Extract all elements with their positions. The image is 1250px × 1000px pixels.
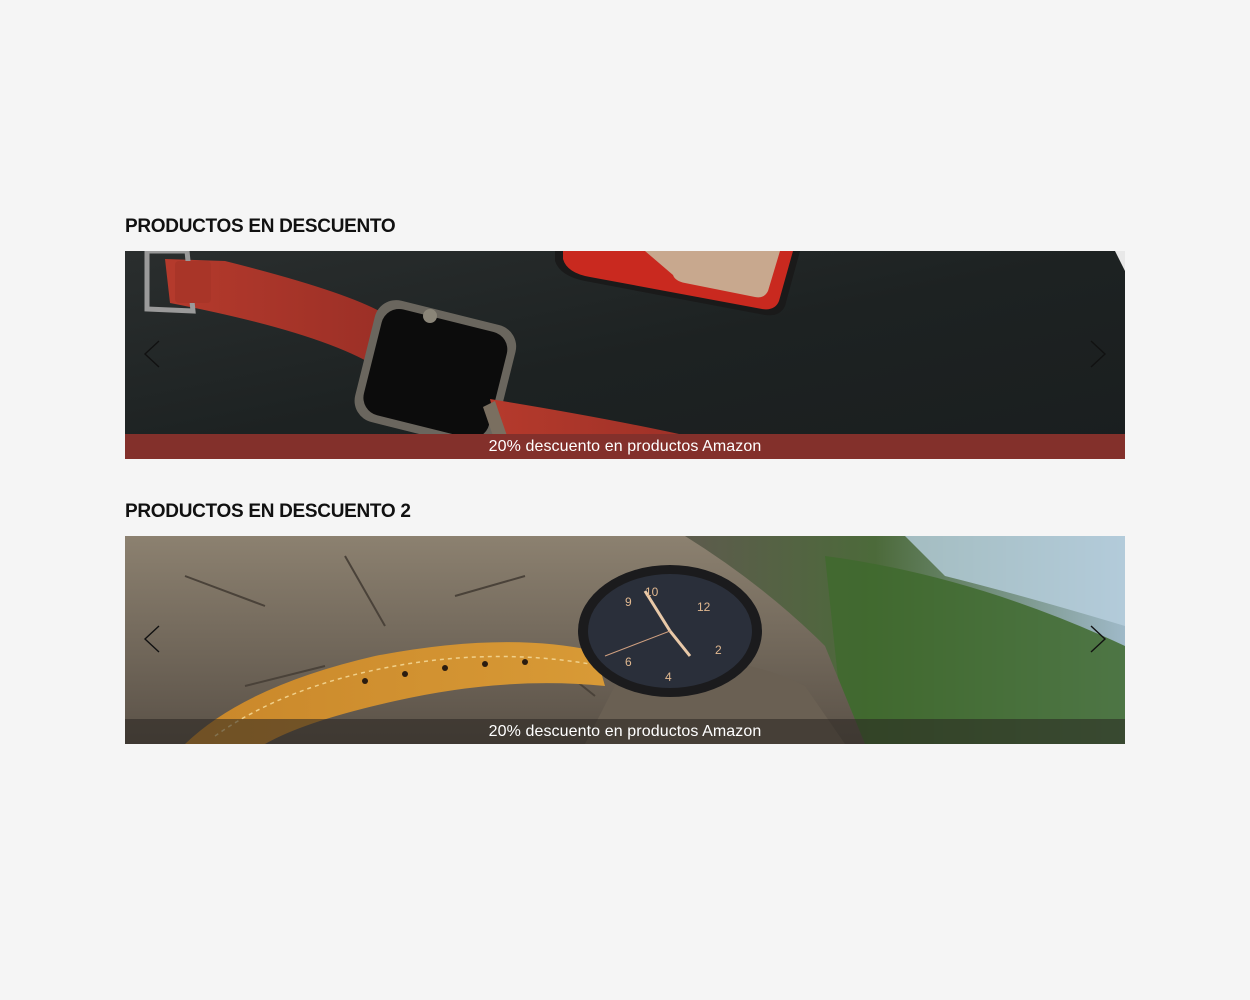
- svg-text:6: 6: [625, 655, 632, 669]
- carousel-next-button[interactable]: [1083, 624, 1113, 654]
- carousel-next-button[interactable]: [1083, 339, 1113, 369]
- carousel-prev-button[interactable]: [137, 339, 167, 369]
- discount-products-section: PRODUCTOS EN DESCUENTO 20% descuento en …: [125, 215, 1125, 459]
- page: PRODUCTOS EN DESCUENTO 20% descuento en …: [0, 0, 1250, 1000]
- slide-caption: 20% descuento en productos Amazon: [125, 719, 1125, 744]
- carousel-prev-button[interactable]: [137, 624, 167, 654]
- slide-caption: 20% descuento en productos Amazon: [125, 434, 1125, 459]
- svg-text:10: 10: [645, 585, 659, 599]
- discount-products-section-2: PRODUCTOS EN DESCUENTO 2 9 10 12 2 4 6 2…: [125, 500, 1125, 744]
- chevron-right-icon: [1090, 340, 1107, 368]
- chevron-left-icon: [143, 625, 160, 653]
- section-title: PRODUCTOS EN DESCUENTO: [125, 216, 396, 237]
- svg-text:9: 9: [625, 595, 632, 609]
- chevron-left-icon: [143, 340, 160, 368]
- svg-text:4: 4: [665, 670, 672, 684]
- chevron-right-icon: [1090, 625, 1107, 653]
- section-title: PRODUCTOS EN DESCUENTO 2: [125, 501, 411, 522]
- svg-text:2: 2: [715, 643, 722, 657]
- discount-carousel[interactable]: 20% descuento en productos Amazon: [125, 251, 1125, 459]
- discount-carousel-2[interactable]: 9 10 12 2 4 6 20% descuento en productos…: [125, 536, 1125, 744]
- wristwatch-on-rock-image[interactable]: 9 10 12 2 4 6: [125, 536, 1125, 744]
- svg-text:12: 12: [697, 600, 711, 614]
- smartwatch-red-strap-image[interactable]: [125, 251, 1125, 459]
